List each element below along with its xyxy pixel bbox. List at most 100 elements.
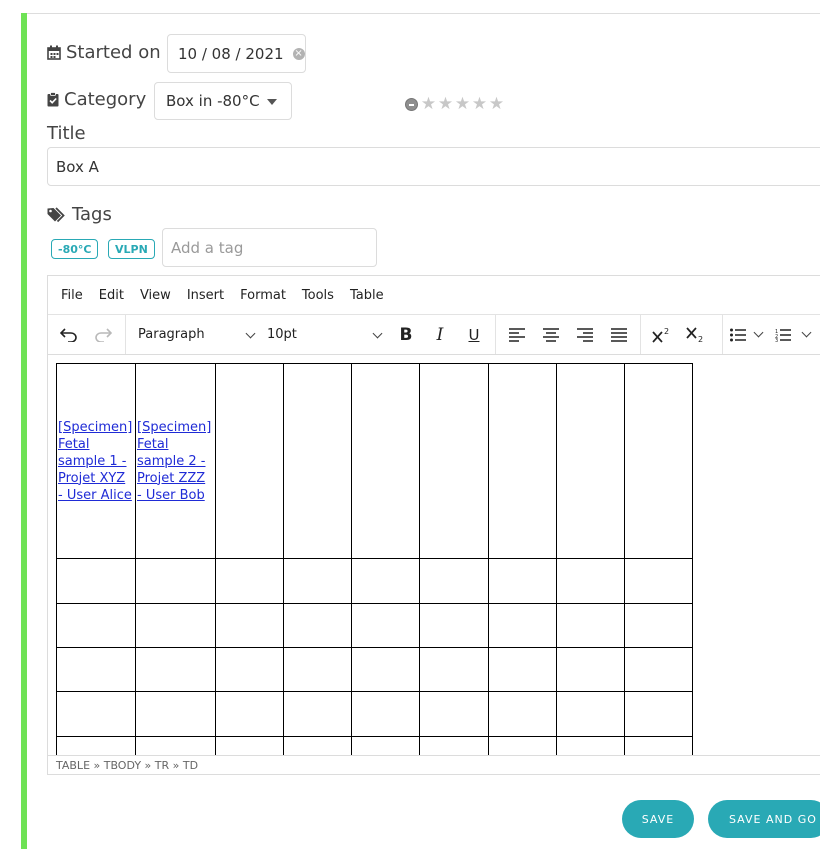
underline-icon[interactable]: U (457, 318, 491, 352)
menu-insert[interactable]: Insert (187, 288, 224, 303)
specimen-link[interactable]: [Specimen] Fetal sample 2 - Projet ZZZ -… (137, 420, 211, 503)
undo-icon[interactable] (52, 318, 86, 352)
tag-badge[interactable]: VLPN (108, 239, 155, 259)
chevron-down-icon[interactable] (752, 315, 766, 354)
table-cell[interactable] (215, 647, 284, 692)
align-right-icon[interactable] (568, 318, 602, 352)
element-path[interactable]: TABLE » TBODY » TR » TD (56, 759, 198, 772)
table-cell[interactable] (351, 647, 420, 692)
font-size-select[interactable]: 10pt (267, 315, 384, 354)
table-cell[interactable] (283, 558, 352, 604)
table-cell[interactable] (351, 363, 420, 559)
menu-view[interactable]: View (140, 288, 171, 303)
table-cell[interactable] (135, 603, 216, 648)
table-cell[interactable] (215, 691, 284, 737)
align-center-icon[interactable] (534, 318, 568, 352)
table-cell[interactable] (624, 736, 693, 755)
italic-icon[interactable]: I (423, 318, 457, 352)
table-cell[interactable] (351, 736, 420, 755)
save-and-go-back-button[interactable]: SAVE AND GO BACK (708, 800, 820, 838)
editor-content-area[interactable]: [Specimen] Fetal sample 1 - Projet XYZ -… (48, 355, 820, 755)
table-cell[interactable] (556, 647, 625, 692)
redo-icon[interactable] (86, 318, 120, 352)
table-cell[interactable] (283, 691, 352, 737)
table-cell[interactable] (215, 363, 284, 559)
menu-tools[interactable]: Tools (302, 288, 334, 303)
star-icon[interactable]: ★ (488, 96, 505, 113)
table-cell[interactable] (419, 363, 489, 559)
specimen-link[interactable]: [Specimen] Fetal sample 1 - Projet XYZ -… (58, 420, 132, 503)
table-cell[interactable] (624, 558, 693, 604)
clear-date-icon[interactable]: × (292, 47, 305, 60)
table-cell[interactable] (283, 603, 352, 648)
rich-text-editor[interactable]: File Edit View Insert Format Tools Table… (47, 275, 820, 775)
star-icon[interactable]: ★ (420, 96, 437, 113)
table-cell[interactable] (283, 736, 352, 755)
table-cell[interactable] (419, 603, 489, 648)
table-cell[interactable] (556, 691, 625, 737)
table-cell[interactable] (556, 363, 625, 559)
table-cell[interactable] (351, 603, 420, 648)
table-cell[interactable] (419, 647, 489, 692)
table-cell[interactable] (215, 603, 284, 648)
numbered-list-icon[interactable]: 123 (766, 318, 800, 352)
table-cell[interactable] (624, 647, 693, 692)
subscript-icon[interactable]: 2 (679, 318, 713, 352)
table-cell[interactable] (488, 363, 557, 559)
table-cell[interactable] (419, 558, 489, 604)
table-cell[interactable] (556, 603, 625, 648)
table-cell[interactable]: [Specimen] Fetal sample 2 - Projet ZZZ -… (135, 363, 216, 559)
table-cell[interactable] (135, 558, 216, 604)
table-cell[interactable] (556, 736, 625, 755)
menu-file[interactable]: File (61, 288, 83, 303)
menu-format[interactable]: Format (240, 288, 286, 303)
bullet-list-icon[interactable] (724, 318, 752, 352)
align-justify-icon[interactable] (602, 318, 636, 352)
table-cell[interactable] (283, 647, 352, 692)
table-cell[interactable] (135, 736, 216, 755)
save-button[interactable]: SAVE (622, 800, 694, 838)
table-cell[interactable] (351, 558, 420, 604)
table-cell[interactable] (624, 603, 693, 648)
chevron-down-icon[interactable] (800, 315, 814, 354)
table-cell[interactable] (56, 558, 136, 604)
star-icon[interactable]: ★ (454, 96, 471, 113)
tag-badge[interactable]: -80°C (51, 239, 99, 259)
table-cell[interactable] (624, 691, 693, 737)
table-cell[interactable] (56, 736, 136, 755)
table-cell[interactable] (556, 558, 625, 604)
table-cell[interactable] (624, 363, 693, 559)
table-cell[interactable] (488, 736, 557, 755)
table-cell[interactable] (488, 691, 557, 737)
table-cell[interactable] (215, 558, 284, 604)
table-cell[interactable] (135, 691, 216, 737)
table-cell[interactable] (351, 691, 420, 737)
table-cell[interactable] (488, 603, 557, 648)
content-table[interactable]: [Specimen] Fetal sample 1 - Projet XYZ -… (56, 363, 693, 755)
table-cell[interactable] (56, 647, 136, 692)
bold-icon[interactable]: B (389, 318, 423, 352)
table-cell[interactable] (419, 691, 489, 737)
table-cell[interactable] (283, 363, 352, 559)
menu-table[interactable]: Table (350, 288, 384, 303)
rating-widget[interactable]: ★ ★ ★ ★ ★ (405, 96, 505, 113)
superscript-icon[interactable]: 2 (645, 318, 679, 352)
clear-rating-icon[interactable] (405, 97, 418, 111)
star-icon[interactable]: ★ (437, 96, 454, 113)
menu-edit[interactable]: Edit (99, 288, 124, 303)
title-input[interactable]: Box A (47, 147, 820, 186)
category-select[interactable]: Box in -80°C (154, 82, 292, 120)
table-cell[interactable] (488, 558, 557, 604)
star-icon[interactable]: ★ (471, 96, 488, 113)
start-date-input[interactable]: 10 / 08 / 2021 × (167, 34, 306, 73)
add-tag-input[interactable]: Add a tag (162, 228, 377, 267)
table-cell[interactable] (419, 736, 489, 755)
table-cell[interactable] (56, 691, 136, 737)
table-cell[interactable] (135, 647, 216, 692)
table-cell[interactable]: [Specimen] Fetal sample 1 - Projet XYZ -… (56, 363, 136, 559)
align-left-icon[interactable] (500, 318, 534, 352)
table-cell[interactable] (488, 647, 557, 692)
table-cell[interactable] (215, 736, 284, 755)
table-cell[interactable] (56, 603, 136, 648)
block-format-select[interactable]: Paragraph (138, 315, 256, 354)
